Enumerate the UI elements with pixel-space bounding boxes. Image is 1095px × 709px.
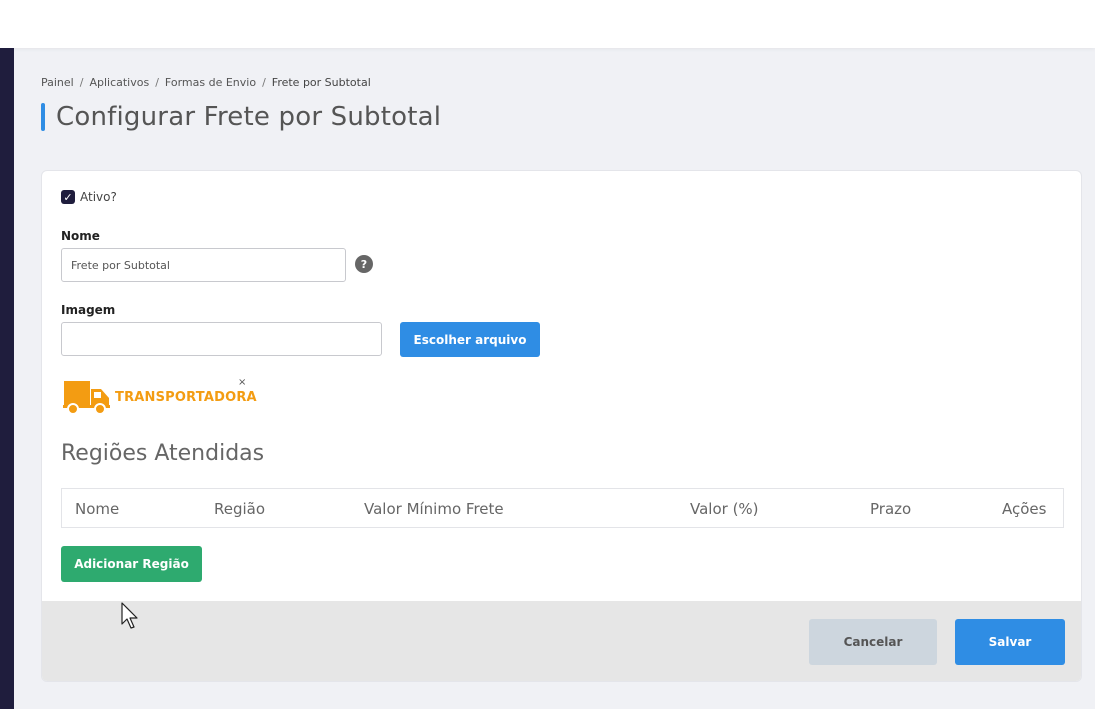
page-header: Configurar Frete por Subtotal [41,102,441,132]
help-icon[interactable]: ? [355,255,373,273]
logo-text: TRANSPORTADORA [115,389,257,405]
active-checkbox[interactable]: ✓ [61,190,75,204]
remove-image-icon[interactable]: × [238,377,246,388]
name-label: Nome [61,229,100,243]
form-footer: Cancelar Salvar [42,601,1081,681]
choose-file-button[interactable]: Escolher arquivo [400,322,540,357]
title-accent-bar [41,103,45,131]
save-button[interactable]: Salvar [955,619,1065,665]
breadcrumb-painel[interactable]: Painel [41,76,74,89]
cancel-button[interactable]: Cancelar [809,619,937,665]
name-input[interactable]: Frete por Subtotal [61,248,346,282]
add-region-button[interactable]: Adicionar Região [61,546,202,582]
truck-icon [63,381,110,415]
breadcrumb-separator: / [79,76,84,89]
active-row: ✓ Ativo? [61,190,117,204]
image-path-input[interactable] [61,322,382,356]
regions-title: Regiões Atendidas [61,441,265,466]
help-icon-symbol: ? [360,257,368,271]
column-valor-percent: Valor (%) [690,500,759,518]
check-icon: ✓ [63,190,73,204]
column-prazo: Prazo [870,500,912,518]
sidebar-collapsed[interactable] [0,48,14,709]
column-acoes: Ações [1002,500,1047,518]
breadcrumb-formas-de-envio[interactable]: Formas de Envio [165,76,256,89]
form-card: ✓ Ativo? Nome Frete por Subtotal ? Image… [41,170,1082,682]
breadcrumb-current: Frete por Subtotal [271,76,371,89]
image-preview: TRANSPORTADORA [63,378,257,416]
breadcrumb-aplicativos[interactable]: Aplicativos [89,76,149,89]
page-title: Configurar Frete por Subtotal [56,102,442,132]
name-input-value: Frete por Subtotal [71,258,170,272]
mouse-cursor-icon [121,602,138,629]
column-nome: Nome [75,500,120,518]
regions-table-header: Nome Região Valor Mínimo Frete Valor (%)… [61,488,1064,528]
active-label: Ativo? [80,190,117,204]
breadcrumb: Painel / Aplicativos / Formas de Envio /… [41,76,371,89]
column-regiao: Região [214,500,266,518]
breadcrumb-separator: / [155,76,159,89]
column-valor-minimo-frete: Valor Mínimo Frete [364,500,504,518]
top-bar [0,0,1095,48]
breadcrumb-separator: / [262,76,266,89]
image-label: Imagem [61,303,116,317]
